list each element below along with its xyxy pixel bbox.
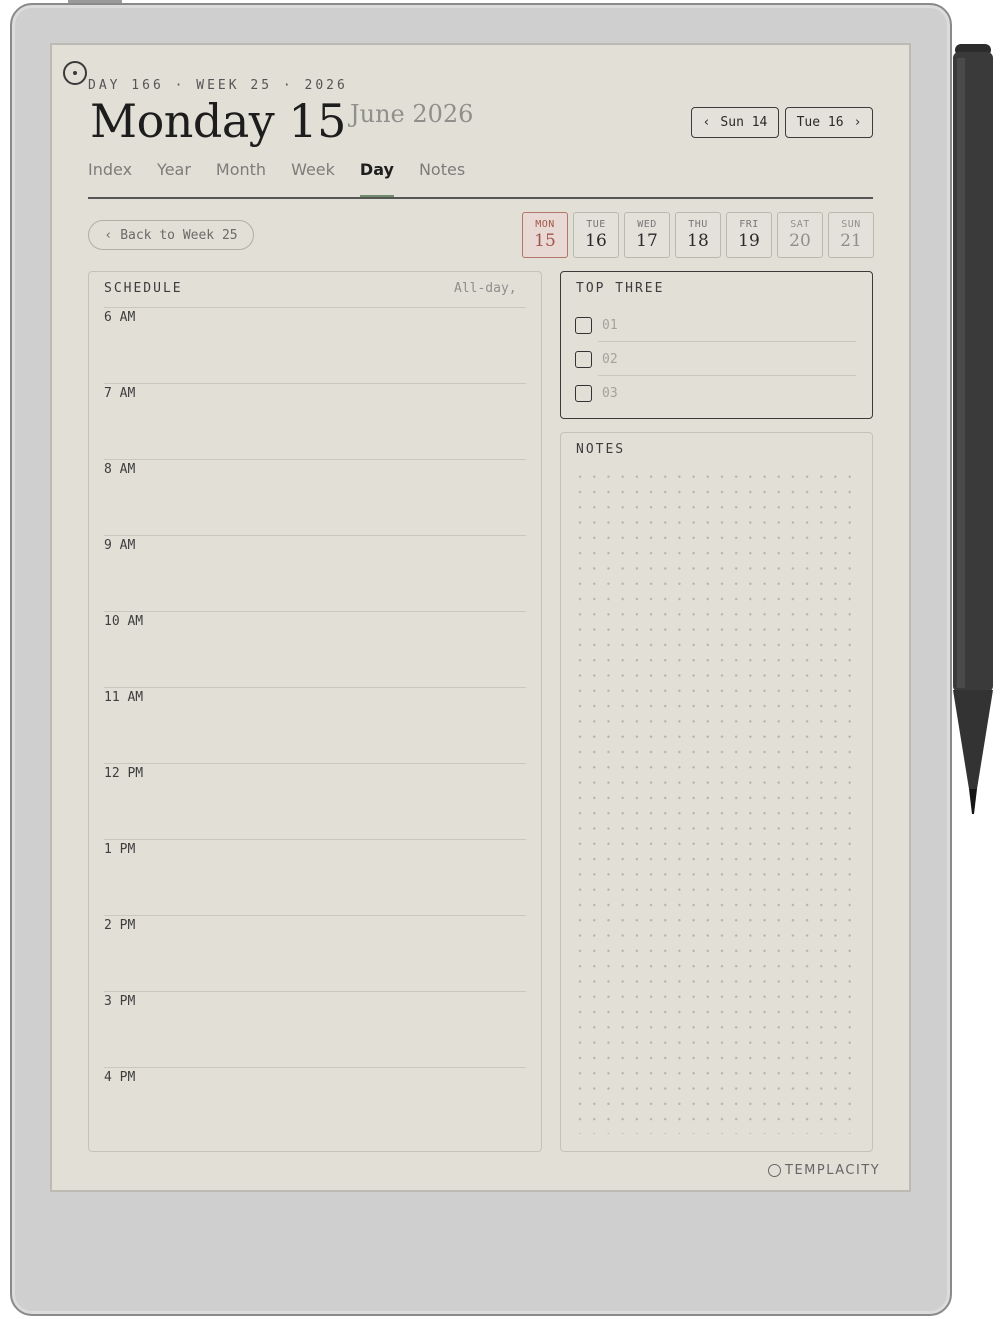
hour-divider <box>104 915 526 916</box>
hour-label: 12 PM <box>104 766 144 781</box>
priority-divider <box>598 341 856 342</box>
weekday-number: 16 <box>585 231 607 251</box>
weekday-label: SUN <box>841 219 861 230</box>
weekday-label: TUE <box>586 219 606 230</box>
week-day-mon[interactable]: MON 15 <box>522 212 568 258</box>
chevron-right-icon: › <box>853 115 862 130</box>
week-day-thu[interactable]: THU 18 <box>675 212 721 258</box>
hour-divider <box>104 611 526 612</box>
brand-logo: TEMPLACITY <box>768 1163 880 1178</box>
hour-divider <box>104 1067 526 1068</box>
weekday-label: THU <box>688 219 708 230</box>
tab-index[interactable]: Index <box>88 160 132 179</box>
menu-icon[interactable] <box>63 61 87 85</box>
weekday-number: 18 <box>687 231 709 251</box>
hour-divider <box>104 383 526 384</box>
weekday-label: FRI <box>739 219 759 230</box>
dot-grid <box>570 466 862 1134</box>
checkbox[interactable] <box>575 350 592 368</box>
page-subtitle: June 2026 <box>350 100 474 128</box>
brand-name: TEMPLACITY <box>785 1163 881 1178</box>
priority-number: 03 <box>602 385 618 401</box>
page-title: Monday 15 <box>90 94 346 148</box>
tab-notes[interactable]: Notes <box>419 160 465 179</box>
previous-day-button[interactable]: ‹ Sun 14 <box>691 107 779 138</box>
hour-label: 11 AM <box>104 690 144 705</box>
schedule-panel[interactable] <box>88 271 542 1152</box>
tab-divider <box>88 197 873 199</box>
hour-label: 6 AM <box>104 310 136 325</box>
date-eyebrow: DAY 166 · WEEK 25 · 2026 <box>88 78 348 93</box>
tab-bar: Index Year Month Week Day Notes <box>88 160 490 197</box>
back-to-week-label: Back to Week 25 <box>120 227 238 243</box>
priority-item[interactable]: 03 <box>575 383 618 403</box>
back-to-week-button[interactable]: ‹ Back to Week 25 <box>88 220 254 250</box>
weekday-number: 19 <box>738 231 760 251</box>
tab-day[interactable]: Day <box>359 160 394 197</box>
tab-month[interactable]: Month <box>216 160 266 179</box>
chevron-left-icon: ‹ <box>104 227 113 243</box>
week-day-sun[interactable]: SUN 21 <box>828 212 874 258</box>
week-day-sat[interactable]: SAT 20 <box>777 212 823 258</box>
hour-label: 2 PM <box>104 918 136 933</box>
chevron-left-icon: ‹ <box>702 115 711 130</box>
hour-divider <box>104 687 526 688</box>
tab-year[interactable]: Year <box>157 160 191 179</box>
previous-day-label: Sun 14 <box>720 115 768 130</box>
weekday-label: MON <box>535 219 555 230</box>
hour-divider <box>104 839 526 840</box>
device-button <box>68 0 122 3</box>
priority-item[interactable]: 02 <box>575 349 618 369</box>
hour-label: 3 PM <box>104 994 136 1009</box>
week-day-tue[interactable]: TUE 16 <box>573 212 619 258</box>
checkbox[interactable] <box>575 384 592 402</box>
hour-label: 1 PM <box>104 842 136 857</box>
tab-week[interactable]: Week <box>291 160 335 179</box>
priority-number: 01 <box>602 317 618 333</box>
hour-label: 8 AM <box>104 462 136 477</box>
weekday-number: 20 <box>789 231 811 251</box>
hour-divider <box>104 459 526 460</box>
schedule-title: SCHEDULE <box>104 281 183 296</box>
priority-number: 02 <box>602 351 618 367</box>
week-day-fri[interactable]: FRI 19 <box>726 212 772 258</box>
top-three-title: TOP THREE <box>576 281 665 296</box>
next-day-label: Tue 16 <box>796 115 844 130</box>
hour-divider <box>104 991 526 992</box>
weekday-number: 15 <box>534 231 556 251</box>
notes-title: NOTES <box>576 442 626 457</box>
hour-label: 4 PM <box>104 1070 136 1085</box>
weekday-label: SAT <box>790 219 810 230</box>
stylus-pen <box>953 44 993 814</box>
all-day-label: All-day, <box>454 281 517 296</box>
week-day-wed[interactable]: WED 17 <box>624 212 670 258</box>
weekday-number: 21 <box>840 231 862 251</box>
checkbox[interactable] <box>575 316 592 334</box>
schedule-divider <box>104 307 526 308</box>
next-day-button[interactable]: Tue 16 › <box>785 107 873 138</box>
weekday-number: 17 <box>636 231 658 251</box>
hour-divider <box>104 763 526 764</box>
templacity-logo-icon <box>768 1164 781 1177</box>
hour-divider <box>104 535 526 536</box>
priority-item[interactable]: 01 <box>575 315 618 335</box>
hour-label: 10 AM <box>104 614 144 629</box>
priority-divider <box>598 375 856 376</box>
weekday-label: WED <box>637 219 657 230</box>
hour-label: 7 AM <box>104 386 136 401</box>
hour-label: 9 AM <box>104 538 136 553</box>
